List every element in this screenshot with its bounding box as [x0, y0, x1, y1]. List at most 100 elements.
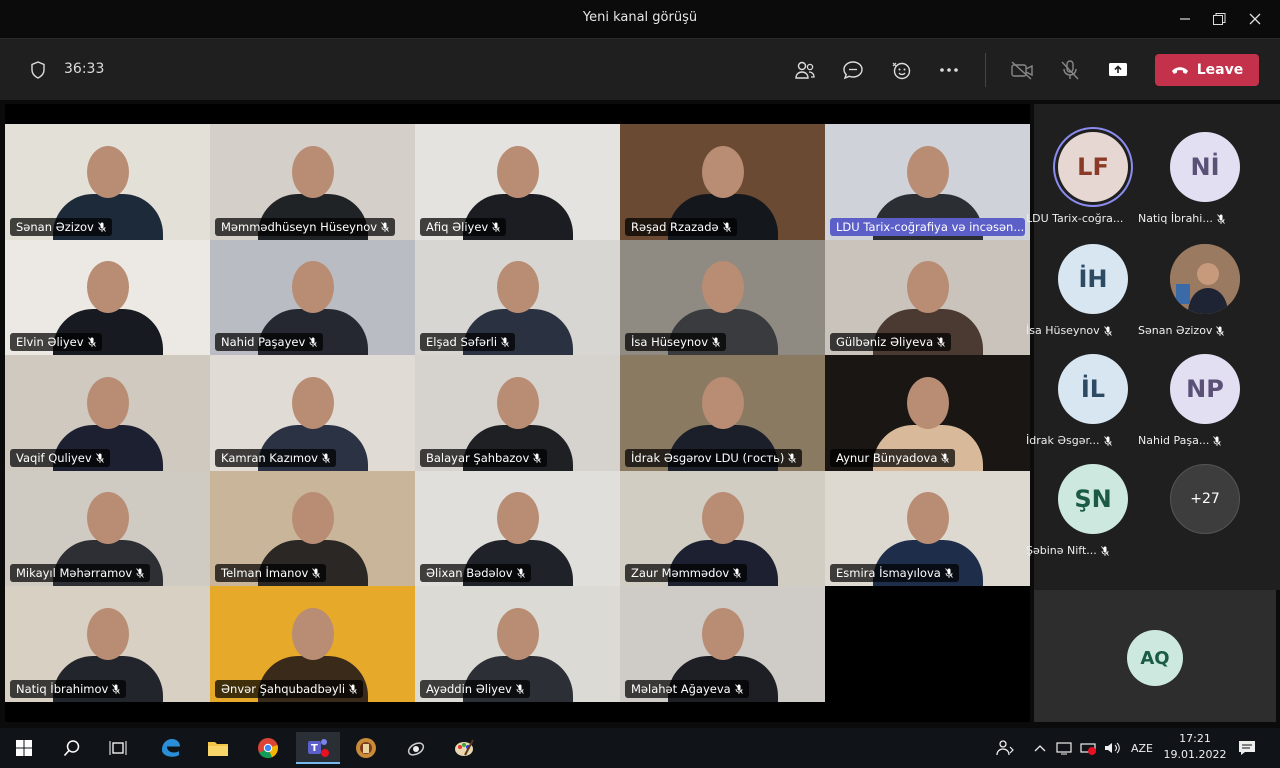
camera-button[interactable] [1006, 55, 1038, 85]
controls-divider [985, 53, 986, 87]
video-tile[interactable]: Zaur Məmmədov [620, 470, 825, 587]
roster-participant[interactable]: Sənan Əzizov [1138, 236, 1250, 346]
clock-date: 19.01.2022 [1163, 748, 1227, 761]
more-participants-button[interactable]: +27 [1170, 464, 1240, 534]
video-tile[interactable]: Telman İmanov [210, 470, 415, 587]
mic-muted-icon [381, 221, 389, 232]
video-tile[interactable]: Məmmədhüseyn Hüseynov [210, 124, 415, 240]
share-screen-button[interactable] [1102, 55, 1134, 85]
video-tile[interactable]: İsa Hüseynov [620, 239, 825, 356]
search-icon [63, 740, 80, 757]
more-options-button[interactable] [933, 55, 965, 85]
video-tile[interactable]: Mikayıl Məhərramov [5, 470, 210, 587]
teams-icon: T [308, 739, 329, 757]
mic-muted-icon [322, 453, 330, 463]
participant-roster: LF LDU Tarix-coğra... Nİ Natiq İbrahi... İH İ… [1026, 104, 1280, 590]
roster-name: İsa Hüseynov [1026, 324, 1151, 337]
clock[interactable]: 17:21 19.01.2022 [1160, 731, 1230, 763]
video-tile[interactable]: Rəşad Rzazadə [620, 124, 825, 240]
participant-name-label: Rəşad Rzazadə [625, 217, 737, 236]
participant-name-label: Məmmədhüseyn Hüseynov [215, 217, 396, 236]
mic-muted-icon [533, 453, 542, 463]
participant-name-label: Vaqif Quliyev [10, 448, 110, 467]
video-tile[interactable]: Gülbəniz Əliyeva [825, 239, 1030, 356]
meeting-timer: 36:33 [64, 61, 105, 77]
roster-participant[interactable]: +27 [1138, 456, 1250, 566]
video-tile[interactable]: Elşad Səfərli [415, 239, 620, 356]
paint-icon [455, 739, 474, 756]
chrome-button[interactable] [248, 732, 288, 764]
chat-icon [843, 61, 863, 80]
video-tile[interactable]: Vaqif Quliyev [5, 355, 210, 471]
edge-button[interactable] [150, 732, 190, 764]
roster-name: Şəbinə Nift... [1026, 544, 1151, 557]
mic-muted-icon [733, 568, 742, 579]
video-tile[interactable]: Natiq İbrahimov [5, 586, 210, 702]
search-button[interactable] [52, 732, 92, 764]
app-button-3[interactable] [444, 732, 484, 764]
teams-button[interactable]: T [296, 732, 340, 764]
people-tray-icon[interactable] [996, 728, 1014, 768]
phone-hangup-icon [1171, 67, 1188, 74]
video-tile[interactable]: Aynur Bünyadova [825, 355, 1030, 471]
video-tile[interactable]: Esmira İsmayılova [825, 470, 1030, 587]
video-tile[interactable]: İdrak Əsgərov LDU (гость) [620, 355, 825, 471]
restore-icon [1213, 13, 1226, 25]
participant-name-label: LDU Tarix-coğrafiya və incəsən... [830, 217, 1025, 236]
start-button[interactable] [4, 732, 44, 764]
folder-icon [208, 742, 228, 756]
avatar: Nİ [1170, 132, 1240, 202]
video-tile[interactable]: Nahid Paşayev [210, 239, 415, 356]
video-tile[interactable]: LDU Tarix-coğrafiya və incəsən... [825, 124, 1030, 240]
mic-muted-icon [712, 337, 720, 348]
video-tile[interactable]: Afiq Əliyev [415, 124, 620, 240]
video-tile[interactable]: Məlahət Ağayeva [620, 586, 825, 702]
roster-participant[interactable]: ŞN Şəbinə Nift... [1026, 456, 1138, 566]
satellite-icon [407, 742, 425, 756]
chat-button[interactable] [837, 55, 869, 85]
avatar: İH [1058, 244, 1128, 314]
notifications-icon[interactable] [1238, 728, 1256, 768]
close-button[interactable] [1232, 0, 1278, 38]
chrome-icon [258, 738, 278, 759]
mic-muted-icon [941, 453, 950, 463]
roster-participant[interactable]: İL İdrak Əsgər... [1026, 346, 1138, 456]
network-icon[interactable] [1056, 728, 1072, 768]
roster-participant[interactable]: İH İsa Hüseynov [1026, 236, 1138, 346]
participant-name-label: Ənvər Şahqubadbəyli [215, 679, 364, 698]
participants-button[interactable] [789, 55, 821, 85]
roster-name: Sənan Əzizov [1138, 324, 1263, 337]
reactions-button[interactable] [885, 55, 917, 85]
roster-participant[interactable]: NP Nahid Paşa... [1138, 346, 1250, 456]
mic-muted-icon [722, 221, 731, 232]
video-tile[interactable]: Kamran Kazımov [210, 355, 415, 471]
participant-name-label: İsa Hüseynov [625, 333, 727, 352]
roster-name: Natiq İbrahi... [1138, 212, 1263, 225]
chevron-up-icon[interactable] [1034, 728, 1046, 768]
windows-taskbar: T AZE 17:21 19.01.2022 [0, 728, 1280, 768]
mic-muted-icon [1103, 325, 1112, 336]
mic-muted-icon [98, 221, 106, 232]
app-button-1[interactable] [346, 732, 386, 764]
language-indicator[interactable]: AZE [1131, 728, 1153, 768]
app-button-2[interactable] [396, 732, 436, 764]
file-explorer-button[interactable] [198, 732, 238, 764]
roster-participant[interactable]: LF LDU Tarix-coğra... [1026, 124, 1138, 234]
video-tile[interactable]: Ayəddin Əliyev [415, 586, 620, 702]
video-tile[interactable]: Ənvər Şahqubadbəyli [210, 586, 415, 702]
participant-name-label: Mikayıl Məhərramov [10, 564, 151, 583]
video-tile[interactable]: Balayar Şahbazov [415, 355, 620, 471]
video-tile[interactable]: Sənan Əzizov [5, 124, 210, 240]
participant-name-label: Elşad Səfərli [420, 333, 516, 352]
battery-icon[interactable] [1080, 728, 1098, 768]
task-view-button[interactable] [98, 732, 138, 764]
video-tile[interactable]: Əlixan Bədəlov [415, 470, 620, 587]
meeting-controls: 36:33 Leave [0, 38, 1280, 100]
leave-button[interactable]: Leave [1155, 54, 1259, 86]
participant-name-label: Aynur Bünyadova [830, 448, 956, 467]
roster-participant[interactable]: Nİ Natiq İbrahi... [1138, 124, 1250, 234]
video-tile[interactable]: Elvin Əliyev [5, 239, 210, 356]
mic-muted-icon [501, 337, 509, 348]
volume-icon[interactable] [1104, 728, 1122, 768]
microphone-button[interactable] [1054, 55, 1086, 85]
